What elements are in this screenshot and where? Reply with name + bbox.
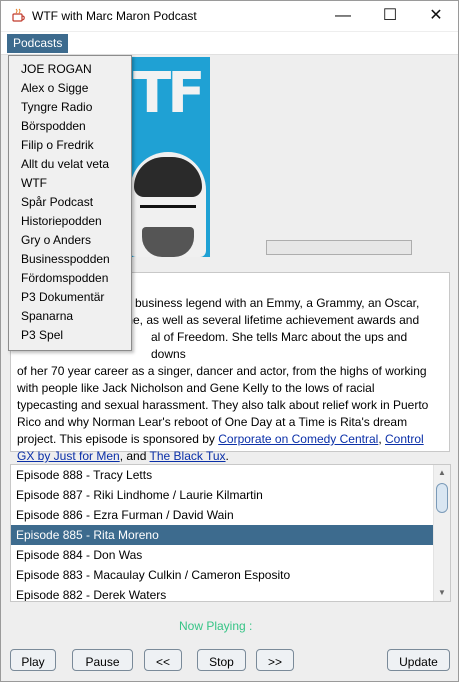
stop-button[interactable]: Stop: [197, 649, 246, 671]
artwork-glasses: [140, 205, 196, 218]
sponsor-link-control-gx-cont[interactable]: GX by Just for Men: [17, 449, 120, 463]
scroll-up-icon[interactable]: ▲: [434, 465, 450, 481]
update-button[interactable]: Update: [387, 649, 450, 671]
podcasts-menu[interactable]: Podcasts: [7, 34, 69, 53]
separator: , and: [119, 449, 150, 463]
menu-item-spar-podcast[interactable]: Spår Podcast: [21, 195, 93, 209]
description-line: with people like Jack Nicholson and Gene…: [17, 381, 375, 395]
maximize-button[interactable]: ☐: [367, 1, 413, 31]
episode-item[interactable]: Episode 884 - Don Was: [11, 545, 435, 565]
episode-list: Episode 888 - Tracy Letts Episode 887 - …: [10, 464, 451, 602]
menu-item-p3-dokumentar[interactable]: P3 Dokumentär: [21, 290, 104, 304]
menu-item-historiepodden[interactable]: Historiepodden: [21, 214, 102, 228]
episode-item[interactable]: Episode 883 - Macaulay Culkin / Cameron …: [11, 565, 435, 585]
app-window: WTF with Marc Maron Podcast — ☐ ✕ Podcas…: [0, 0, 459, 682]
episode-item[interactable]: Episode 888 - Tracy Letts: [11, 465, 435, 485]
title-bar[interactable]: WTF with Marc Maron Podcast — ☐ ✕: [1, 1, 458, 31]
sponsor-link-black-tux[interactable]: The Black Tux: [150, 449, 226, 463]
menu-item-fordomspodden[interactable]: Fördomspodden: [21, 271, 108, 285]
episode-item[interactable]: Episode 886 - Ezra Furman / David Wain: [11, 505, 435, 525]
description-line: typecasting and sexual harassment. They …: [17, 398, 429, 412]
menu-item-alex-o-sigge[interactable]: Alex o Sigge: [21, 81, 88, 95]
menu-item-businesspodden[interactable]: Businesspodden: [21, 252, 110, 266]
episode-list-scrollbar[interactable]: ▲ ▼: [433, 465, 450, 601]
menu-item-borspodden[interactable]: Börspodden: [21, 119, 86, 133]
playback-progress-bar[interactable]: [266, 240, 412, 255]
next-button[interactable]: >>: [256, 649, 294, 671]
pause-button[interactable]: Pause: [72, 649, 133, 671]
sponsor-prefix: project. This episode is sponsored by: [17, 432, 219, 446]
description-sponsor-line: GX by Just for Men, and The Black Tux.: [17, 448, 445, 465]
menu-item-joe-rogan[interactable]: JOE ROGAN: [21, 62, 92, 76]
episode-item[interactable]: Episode 885 - Rita Moreno: [11, 525, 435, 545]
scrollbar-thumb[interactable]: [436, 483, 448, 513]
now-playing-label: Now Playing :: [179, 619, 253, 633]
menu-item-gry-o-anders[interactable]: Gry o Anders: [21, 233, 91, 247]
window-title: WTF with Marc Maron Podcast: [32, 9, 197, 23]
artwork-beard: [142, 227, 194, 257]
description-line: Rico and why Norman Lear's reboot of One…: [17, 415, 408, 429]
play-button[interactable]: Play: [10, 649, 56, 671]
scroll-down-icon[interactable]: ▼: [434, 585, 450, 601]
episode-item[interactable]: Episode 882 - Derek Waters: [11, 585, 435, 601]
period: .: [225, 449, 229, 463]
podcast-artwork: TF: [128, 57, 210, 257]
java-app-icon: [12, 8, 25, 22]
menu-item-allt-du-velat-veta[interactable]: Allt du velat veta: [21, 157, 109, 171]
separator: ,: [378, 432, 385, 446]
menu-item-spanarna[interactable]: Spanarna: [21, 309, 73, 323]
sponsor-link-control-gx[interactable]: Control: [385, 432, 424, 446]
episode-item[interactable]: Episode 887 - Riki Lindhome / Laurie Kil…: [11, 485, 435, 505]
artwork-letters: TF: [133, 61, 205, 126]
menu-bar: Podcasts: [1, 32, 458, 55]
previous-button[interactable]: <<: [144, 649, 182, 671]
minimize-button[interactable]: —: [320, 1, 366, 31]
description-sponsor-line: project. This episode is sponsored by Co…: [17, 431, 445, 448]
sponsor-link-comedy-central[interactable]: Corporate on Comedy Central: [218, 432, 378, 446]
menu-item-filip-o-fredrik[interactable]: Filip o Fredrik: [21, 138, 94, 152]
menu-item-p3-spel[interactable]: P3 Spel: [21, 328, 63, 342]
description-line: of her 70 year career as a singer, dance…: [17, 364, 427, 378]
close-button[interactable]: ✕: [413, 1, 459, 31]
podcast-dropdown-menu: JOE ROGAN Alex o Sigge Tyngre Radio Börs…: [8, 55, 132, 351]
menu-item-wtf[interactable]: WTF: [21, 176, 47, 190]
menu-item-tyngre-radio[interactable]: Tyngre Radio: [21, 100, 92, 114]
